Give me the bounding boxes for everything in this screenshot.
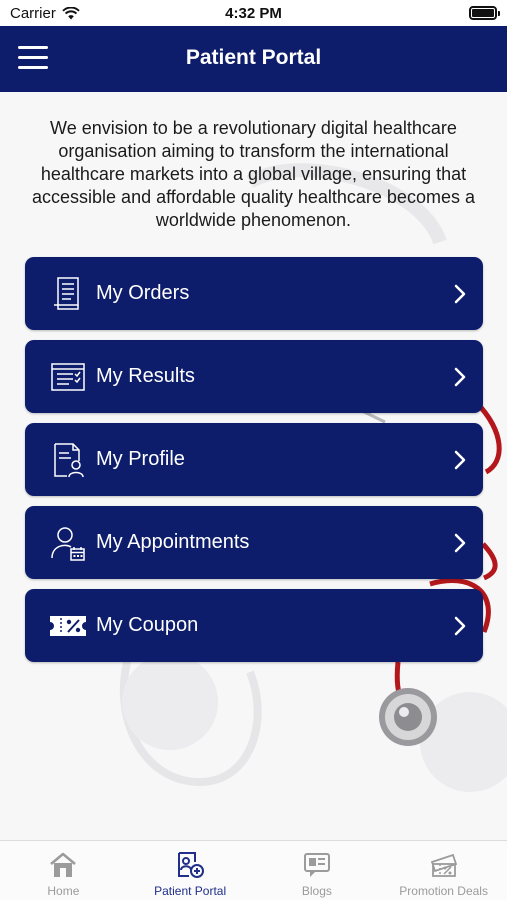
battery-icon	[469, 6, 500, 20]
tab-patient-portal-label: Patient Portal	[154, 884, 227, 898]
tab-home[interactable]: Home	[0, 841, 127, 900]
navigation-bar: Patient Portal	[0, 26, 507, 92]
my-appointments-label: My Appointments	[96, 531, 250, 553]
tab-promotion-deals-label: Promotion Deals	[399, 884, 488, 898]
promotion-deals-icon	[430, 853, 457, 877]
bottom-tab-bar: Home Patient Portal Blogs Promotion Deal…	[0, 840, 507, 900]
my-profile-label: My Profile	[96, 448, 185, 470]
clock: 4:32 PM	[225, 5, 282, 22]
home-icon	[50, 852, 77, 877]
intro-text: We envision to be a revolutionary digita…	[32, 118, 475, 230]
patient-portal-icon	[178, 852, 205, 878]
chevron-right-icon	[454, 533, 466, 553]
chevron-right-icon	[454, 367, 466, 387]
my-results-button[interactable]: My Results	[25, 340, 483, 413]
chevron-right-icon	[454, 616, 466, 636]
tab-blogs-label: Blogs	[301, 884, 332, 898]
my-orders-button[interactable]: My Orders	[25, 257, 483, 330]
tab-blogs[interactable]: Blogs	[254, 841, 381, 900]
chevron-right-icon	[454, 284, 466, 304]
my-profile-button[interactable]: My Profile	[25, 423, 483, 496]
main-content: We envision to be a revolutionary digita…	[0, 92, 507, 840]
tab-home-label: Home	[47, 884, 80, 898]
my-appointments-button[interactable]: My Appointments	[25, 506, 483, 579]
tab-patient-portal[interactable]: Patient Portal	[127, 841, 254, 900]
blogs-icon	[303, 853, 330, 877]
profile-document-icon	[54, 443, 84, 478]
my-coupon-label: My Coupon	[96, 614, 199, 636]
coupon-percent-icon	[50, 616, 86, 636]
user-calendar-icon	[51, 527, 85, 561]
my-results-label: My Results	[96, 365, 195, 387]
receipt-icon	[54, 277, 79, 310]
tab-promotion-deals[interactable]: Promotion Deals	[380, 841, 507, 900]
my-coupon-button[interactable]: My Coupon	[25, 589, 483, 662]
status-bar: Carrier 4:32 PM	[0, 0, 507, 26]
page-title: Patient Portal	[185, 46, 322, 69]
chevron-right-icon	[454, 450, 466, 470]
results-report-icon	[51, 363, 85, 391]
my-orders-label: My Orders	[96, 282, 190, 304]
portal-menu-list: My Orders My Results My Profile My Appoi…	[25, 257, 483, 672]
